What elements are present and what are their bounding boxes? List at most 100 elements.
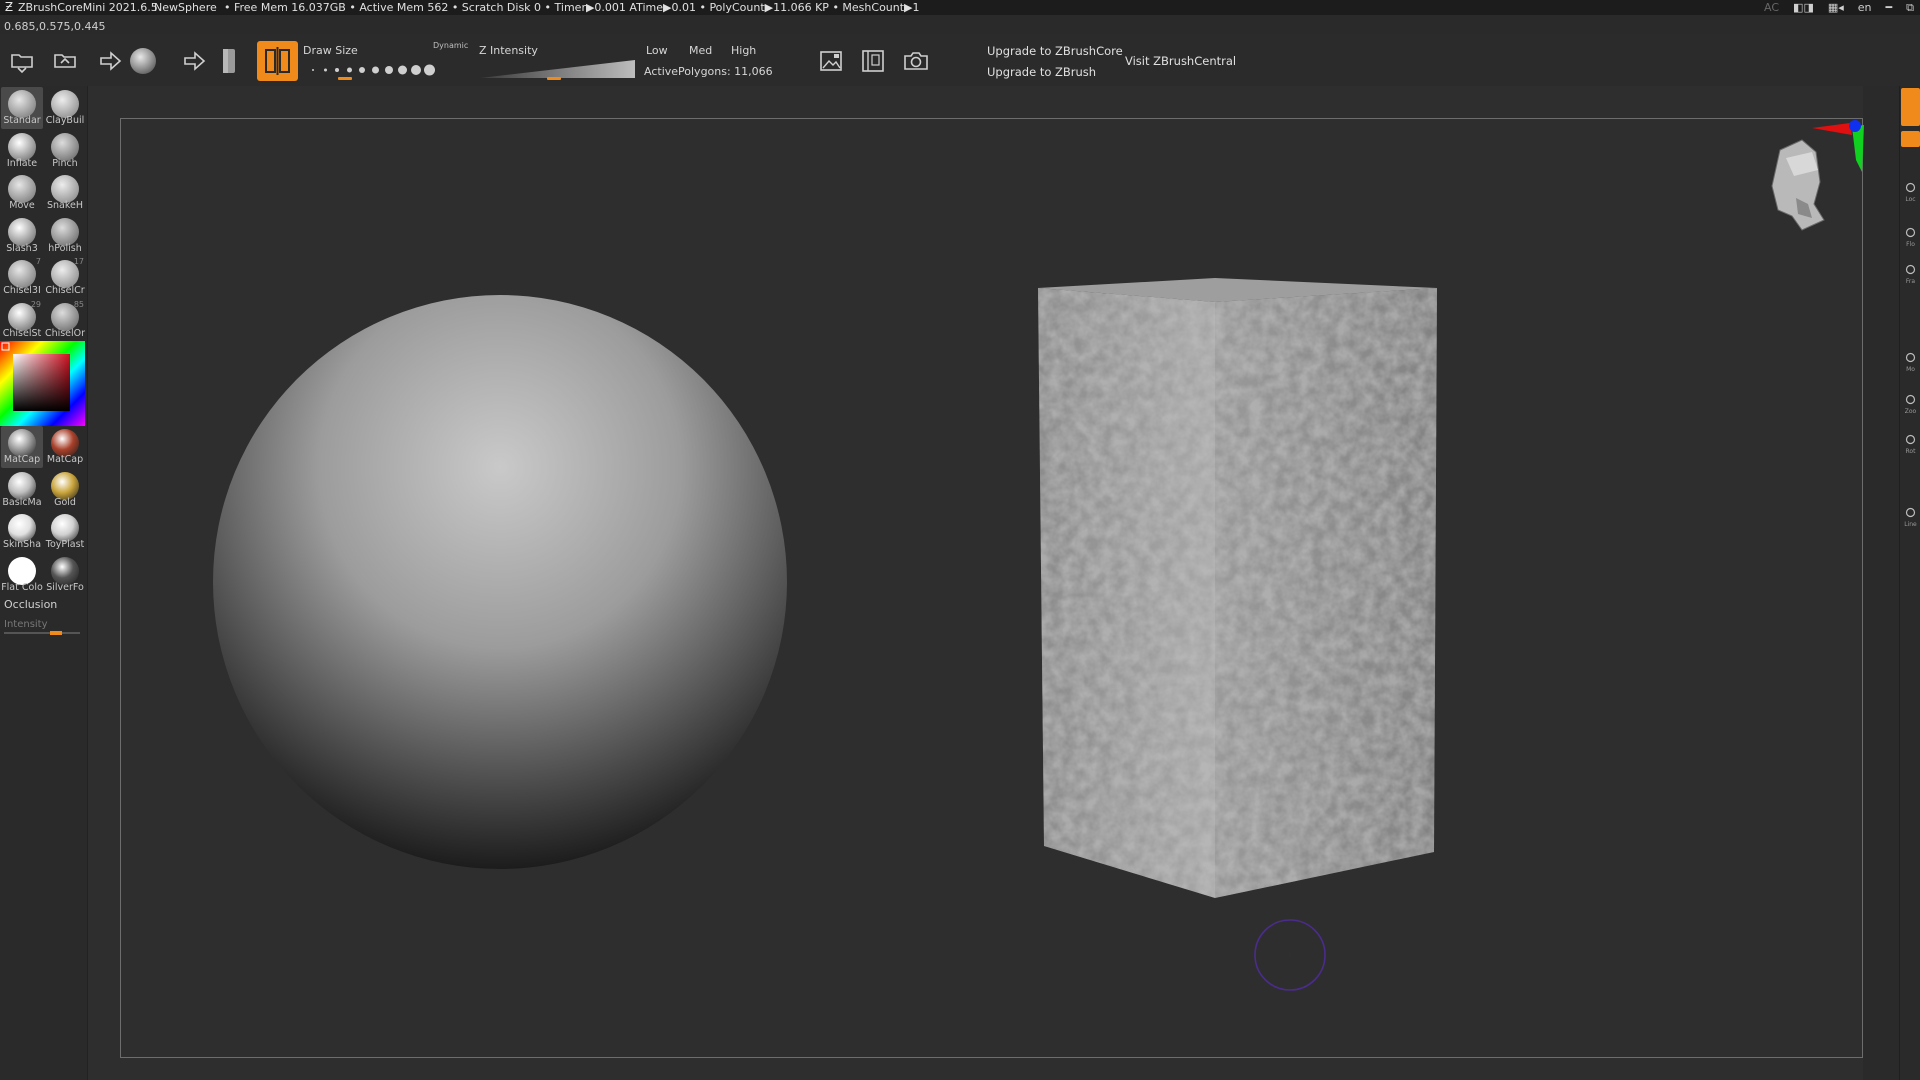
material-swatch-icon (8, 514, 36, 542)
minimize-icon[interactable]: ━ (1886, 0, 1893, 15)
brush-number: 85 (73, 299, 84, 309)
save-folder-icon[interactable] (50, 45, 80, 75)
material-tile[interactable]: BasicMa (1, 469, 43, 511)
right-shelf-label: Flo (1906, 241, 1915, 248)
document-name: NewSphere (154, 1, 217, 14)
image-icon[interactable] (816, 46, 846, 76)
brush-tile[interactable]: ChiselOr 85 (44, 300, 86, 342)
language-label[interactable]: en (1858, 0, 1872, 15)
brush-tile[interactable]: ChiselCr 17 (44, 257, 86, 299)
arrow-right-icon[interactable] (180, 46, 210, 76)
restore-icon[interactable]: ⧉ (1906, 0, 1914, 15)
right-shelf-button[interactable]: Rot (1901, 432, 1920, 462)
right-shelf-button[interactable]: Zoo (1901, 392, 1920, 422)
material-name: ToyPlast (45, 539, 85, 550)
zoom-icon (1905, 394, 1916, 405)
brush-tile[interactable]: Chisel3I 7 (1, 257, 43, 299)
brush-thumbnail-icon (51, 217, 79, 246)
occlusion-label: Occlusion (4, 598, 58, 611)
open-folder-icon[interactable] (7, 45, 37, 75)
low-button[interactable]: Low (646, 44, 668, 57)
brush-name: ClayBuil (45, 115, 85, 126)
brush-tile[interactable]: SnakeH (44, 172, 86, 214)
brush-thumbnail-icon (8, 217, 36, 246)
layout-icon[interactable]: ◧◨ (1793, 0, 1814, 15)
material-tile[interactable]: MatCap (1, 426, 43, 468)
camera-icon[interactable] (901, 46, 931, 76)
right-shelf-label: Mo (1906, 366, 1915, 373)
intensity-slider[interactable] (4, 632, 80, 634)
brush-tile[interactable]: ChiselSt 29 (1, 300, 43, 342)
floor-button[interactable] (1901, 131, 1920, 147)
brush-tile[interactable]: hPolish (44, 215, 86, 257)
upgrade-zbrushcore-link[interactable]: Upgrade to ZBrushCore (987, 44, 1123, 58)
brush-thumbnail-icon (8, 260, 36, 288)
brush-name: ChiselOr (44, 327, 86, 339)
brush-number: 17 (73, 257, 84, 266)
brush-name: Pinch (52, 157, 78, 169)
material-swatch-icon (51, 556, 79, 585)
material-tile[interactable]: ToyPlast (44, 511, 86, 553)
right-shelf-label: Fra (1905, 278, 1916, 285)
brush-tile[interactable]: ClayBuil (44, 87, 86, 129)
brush-thumbnail-icon (51, 132, 79, 161)
sphere-tool-icon[interactable] (128, 46, 158, 76)
material-swatch-icon (51, 471, 79, 500)
material-name: MatCap (46, 454, 84, 465)
material-swatch-icon (8, 429, 36, 457)
brush-name: ChiselCr (45, 285, 85, 296)
linefill-icon (1905, 507, 1916, 518)
document-icon[interactable] (858, 46, 888, 76)
material-tile[interactable]: SkinSha (1, 511, 43, 553)
brush-tile[interactable]: Standar (1, 87, 43, 129)
draw-size-indicator (338, 77, 352, 80)
perspective-button[interactable] (1901, 88, 1920, 126)
brush-name: Chisel3I (3, 285, 41, 296)
brush-name: Move (9, 200, 35, 211)
rotate-icon (1905, 434, 1916, 445)
right-shelf-label: Loc (1905, 196, 1916, 203)
brush-tile[interactable]: Move (1, 172, 43, 214)
local-icon (1905, 182, 1916, 193)
zbrush-logo-icon[interactable]: Ƶ (2, 0, 16, 15)
cylinder-tool-icon[interactable] (214, 46, 244, 76)
right-shelf-button[interactable]: Flo (1901, 225, 1920, 255)
color-picker[interactable] (0, 341, 85, 426)
ac-label[interactable]: AC (1764, 0, 1779, 15)
arrow-right-icon[interactable] (96, 46, 126, 76)
material-swatch-icon (51, 429, 79, 457)
brush-tile[interactable]: Pinch (44, 130, 86, 172)
material-tile[interactable]: SilverFo (44, 554, 86, 596)
material-swatch-icon (8, 556, 36, 585)
brush-thumbnail-icon (8, 132, 36, 161)
brush-tile[interactable]: Inflate (1, 130, 43, 172)
visit-zbrushcentral-link[interactable]: Visit ZBrushCentral (1125, 54, 1236, 68)
symmetry-draw-button[interactable] (257, 41, 298, 81)
z-intensity-slider[interactable] (480, 60, 635, 78)
right-shelf-button[interactable]: Line (1901, 505, 1920, 535)
upgrade-zbrush-link[interactable]: Upgrade to ZBrush (987, 65, 1096, 79)
material-tile[interactable]: Flat Colo (1, 554, 43, 596)
brush-tile[interactable]: Slash3 (1, 215, 43, 257)
intensity-label: Intensity (4, 619, 48, 630)
right-shelf-label: Line (1904, 521, 1917, 528)
right-shelf-button[interactable]: Fra (1901, 262, 1920, 292)
material-tile[interactable]: Gold (44, 469, 86, 511)
right-shelf-button[interactable]: Loc (1901, 180, 1920, 210)
menu-layout-icon[interactable]: ▦◂ (1828, 0, 1844, 15)
brush-name: Standar (3, 115, 41, 126)
dynamic-label[interactable]: Dynamic (433, 41, 468, 50)
memory-stats: • Free Mem 16.037GB • Active Mem 562 • S… (224, 1, 920, 14)
right-shelf-button[interactable]: Mo (1901, 350, 1920, 380)
brush-thumbnail-icon (8, 90, 36, 118)
draw-size-label: Draw Size (303, 44, 358, 57)
material-name: BasicMa (2, 496, 42, 508)
brush-name: Slash3 (6, 242, 38, 254)
brush-name: SnakeH (46, 200, 84, 211)
med-button[interactable]: Med (689, 44, 712, 57)
high-button[interactable]: High (731, 44, 756, 57)
material-tile[interactable]: MatCap (44, 426, 86, 468)
brush-name: ChiselSt (2, 327, 42, 339)
intensity-knob[interactable] (50, 631, 62, 635)
brush-thumbnail-icon (51, 175, 79, 203)
